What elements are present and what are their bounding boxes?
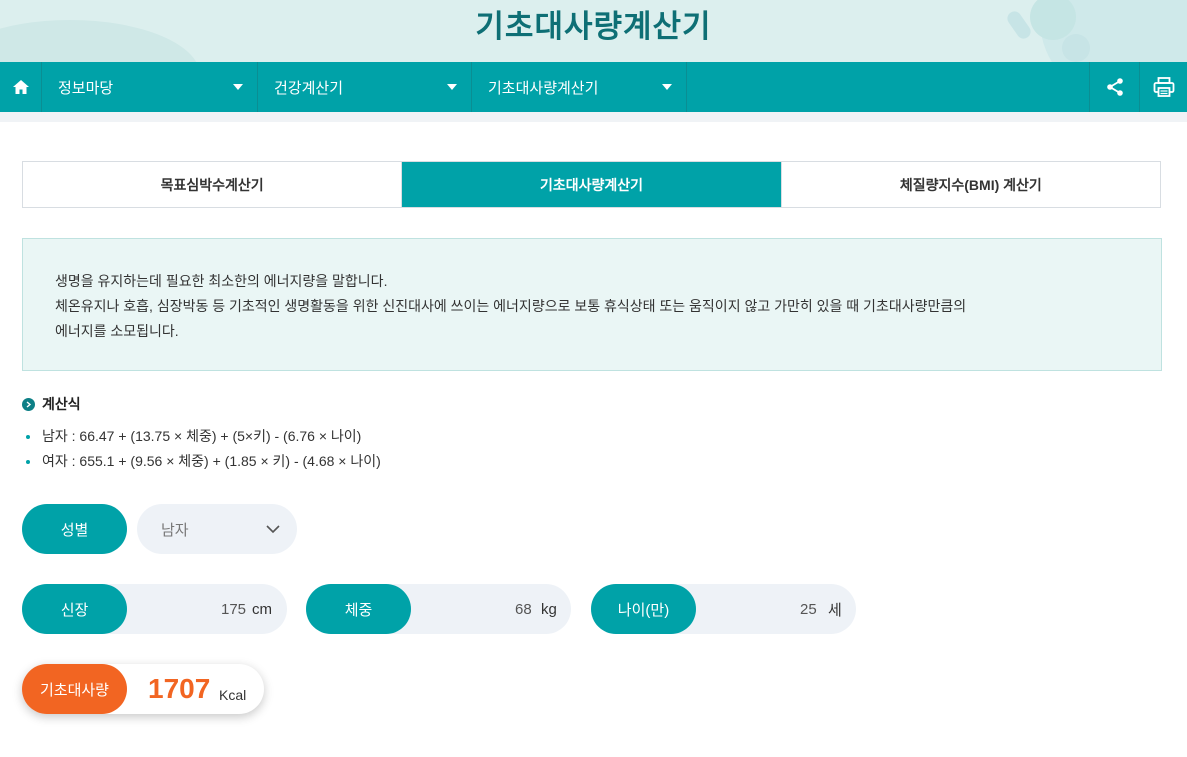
nav-dropdown-label: 정보마당	[58, 79, 114, 97]
tab-target-heart-rate[interactable]: 목표심박수계산기	[23, 162, 402, 207]
print-icon	[1153, 77, 1174, 97]
formula-item: 여자 : 655.1 + (9.56 × 체중) + (1.85 × 키) - …	[24, 449, 381, 474]
description-line: 체온유지나 호흡, 심장박동 등 기초적인 생명활동을 위한 신진대사에 쓰이는…	[55, 298, 967, 314]
weight-input[interactable]: 68	[515, 584, 532, 634]
formula-heading: 계산식	[22, 394, 81, 414]
bmr-result-unit: Kcal	[219, 687, 247, 703]
age-unit: 세	[828, 601, 842, 619]
chevron-down-icon	[266, 525, 280, 534]
tab-bmi[interactable]: 체질량지수(BMI) 계산기	[780, 162, 1160, 207]
header-banner: 기초대사량계산기	[0, 0, 1187, 62]
nav-dropdown-info[interactable]: 정보마당	[42, 62, 258, 112]
nav-dropdown-label: 건강계산기	[274, 79, 344, 97]
nav-dropdown-label: 기초대사량계산기	[488, 79, 599, 97]
description-line: 에너지를 소모됩니다.	[55, 323, 179, 339]
age-field[interactable]: 나이(만) 25 세	[591, 584, 856, 634]
tab-bmr[interactable]: 기초대사량계산기	[401, 162, 781, 207]
nav-bar: 정보마당 건강계산기 기초대사량계산기	[0, 62, 1187, 112]
weight-field[interactable]: 체중 68 kg	[306, 584, 571, 634]
share-button[interactable]	[1089, 62, 1139, 112]
age-input[interactable]: 25	[800, 584, 817, 634]
nav-divider	[0, 112, 1187, 122]
bmr-result-label: 기초대사량	[22, 664, 127, 714]
print-button[interactable]	[1139, 62, 1187, 112]
age-label: 나이(만)	[591, 584, 696, 634]
caret-down-icon	[662, 84, 672, 90]
chevron-right-circle-icon	[22, 397, 35, 411]
page-title: 기초대사량계산기	[475, 9, 712, 44]
share-icon	[1106, 78, 1123, 96]
height-unit: cm	[252, 600, 272, 618]
gender-select[interactable]: 남자	[137, 504, 297, 554]
formula-list: 남자 : 66.47 + (13.75 × 체중) + (5×키) - (6.7…	[24, 424, 381, 474]
calculator-tabs: 목표심박수계산기 기초대사량계산기 체질량지수(BMI) 계산기	[22, 161, 1161, 208]
caret-down-icon	[233, 84, 243, 90]
gender-label: 성별	[22, 504, 127, 554]
gender-field: 성별	[22, 504, 127, 554]
formula-item: 남자 : 66.47 + (13.75 × 체중) + (5×키) - (6.7…	[24, 424, 381, 449]
height-label: 신장	[22, 584, 127, 634]
weight-label: 체중	[306, 584, 411, 634]
height-input[interactable]: 175	[221, 584, 246, 634]
description-box: 생명을 유지하는데 필요한 최소한의 에너지량을 말합니다. 체온유지나 호흡,…	[22, 238, 1162, 371]
weight-unit: kg	[541, 600, 557, 618]
bmr-result-value: 1707	[148, 673, 211, 704]
home-button[interactable]	[0, 62, 42, 112]
home-icon	[12, 80, 29, 94]
caret-down-icon	[447, 84, 457, 90]
nav-dropdown-health-calculator[interactable]: 건강계산기	[258, 62, 472, 112]
bmr-result: 기초대사량 1707 Kcal	[22, 664, 264, 714]
gender-select-value: 남자	[161, 521, 189, 539]
nav-dropdown-bmr-calculator[interactable]: 기초대사량계산기	[472, 62, 687, 112]
description-line: 생명을 유지하는데 필요한 최소한의 에너지량을 말합니다.	[55, 273, 388, 289]
formula-title: 계산식	[42, 396, 81, 412]
height-field[interactable]: 신장 175 cm	[22, 584, 287, 634]
